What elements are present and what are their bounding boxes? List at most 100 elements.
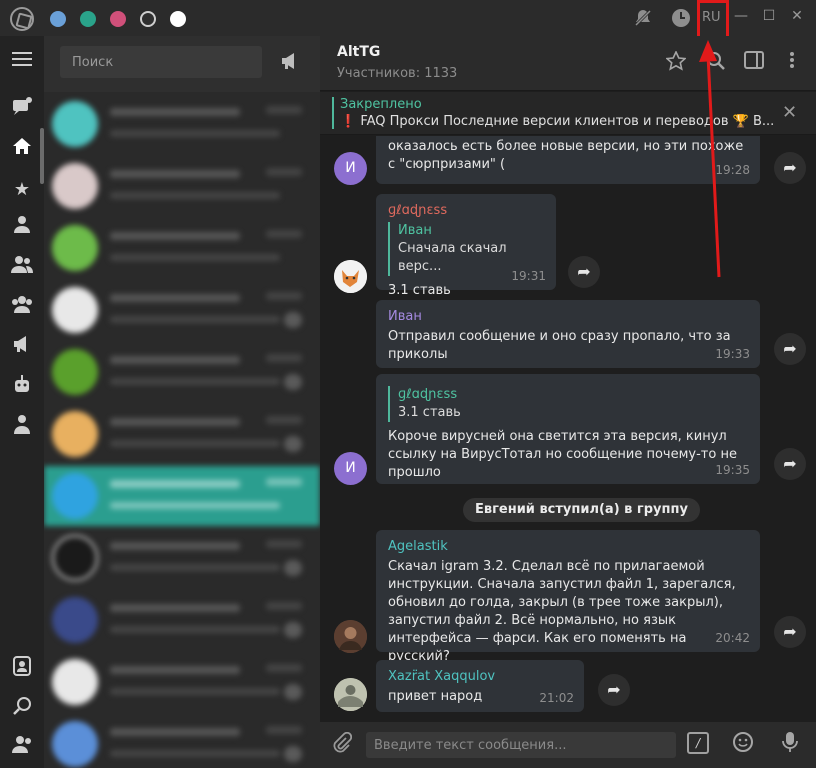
search-input[interactable] bbox=[60, 46, 262, 78]
forward-icon[interactable]: ➦ bbox=[774, 616, 806, 648]
bot-command-icon[interactable]: / bbox=[687, 732, 709, 754]
chat-list-item[interactable] bbox=[44, 714, 320, 768]
star-outline-icon[interactable] bbox=[665, 50, 687, 73]
megaphone-icon[interactable] bbox=[278, 52, 302, 72]
member-count: Участников: 1133 bbox=[337, 66, 458, 81]
chat-list bbox=[44, 36, 320, 768]
title-bar: RU — ☐ ✕ bbox=[0, 0, 816, 40]
message-time: 20:42 bbox=[715, 631, 750, 645]
message-time: 19:31 bbox=[511, 269, 546, 283]
theme-dot-blue[interactable] bbox=[50, 11, 66, 27]
avatar[interactable]: И bbox=[334, 452, 367, 485]
avatar[interactable] bbox=[334, 620, 367, 653]
avatar bbox=[52, 597, 98, 643]
message-bubble[interactable]: Xazr̈at Xaqqulov привет народ 21:02 bbox=[376, 660, 584, 712]
home-icon[interactable] bbox=[8, 136, 36, 164]
sender-name[interactable]: Xazr̈at Xaqqulov bbox=[388, 668, 572, 686]
avatar bbox=[52, 101, 98, 147]
contacts-icon[interactable] bbox=[8, 656, 36, 684]
avatar bbox=[52, 411, 98, 457]
sender-name[interactable]: Agelastik bbox=[388, 538, 748, 556]
close-pinned-icon[interactable]: ✕ bbox=[782, 102, 797, 123]
unread-chats-icon[interactable] bbox=[8, 96, 36, 124]
forward-icon[interactable]: ➦ bbox=[774, 333, 806, 365]
avatar bbox=[52, 659, 98, 705]
minimize-button[interactable]: — bbox=[730, 5, 752, 27]
message-input[interactable] bbox=[366, 732, 676, 758]
chat-list-item[interactable] bbox=[44, 528, 320, 588]
chat-list-item[interactable] bbox=[44, 590, 320, 650]
theme-dot-green[interactable] bbox=[80, 11, 96, 27]
avatar bbox=[52, 287, 98, 333]
avatar bbox=[52, 163, 98, 209]
avatar[interactable] bbox=[334, 678, 367, 711]
app-logo-icon[interactable] bbox=[10, 7, 34, 31]
clock-icon[interactable] bbox=[670, 8, 692, 30]
search-history-icon[interactable] bbox=[8, 696, 36, 724]
theme-dot-pink[interactable] bbox=[110, 11, 126, 27]
avatar[interactable]: И bbox=[334, 152, 367, 185]
avatar bbox=[52, 473, 98, 519]
paperclip-icon[interactable] bbox=[332, 731, 353, 759]
chat-list-item[interactable] bbox=[44, 280, 320, 340]
search-area bbox=[44, 36, 320, 92]
chat-list-item[interactable] bbox=[44, 404, 320, 464]
message-bubble[interactable]: Иван Отправил сообщение и оно сразу проп… bbox=[376, 300, 760, 368]
emoji-icon[interactable] bbox=[732, 731, 754, 758]
message-bubble[interactable]: ɡℓɑɖɲɛss Иван Сначала скачал верс... 3.1… bbox=[376, 194, 556, 298]
reply-name: ɡℓɑɖɲɛss bbox=[398, 387, 458, 402]
message-time: 19:35 bbox=[715, 463, 750, 477]
theme-dot-white[interactable] bbox=[170, 11, 186, 27]
message-text: Скачал igram 3.2. Сделал всё по прилагае… bbox=[388, 559, 736, 664]
maximize-button[interactable]: ☐ bbox=[758, 5, 780, 27]
chat-header[interactable]: AltTG Участников: 1133 bbox=[320, 36, 816, 91]
reply-name: Иван bbox=[398, 223, 432, 238]
avatar bbox=[52, 721, 98, 767]
more-menu-icon[interactable] bbox=[781, 51, 803, 73]
search-icon[interactable] bbox=[705, 51, 727, 73]
microphone-icon[interactable] bbox=[782, 731, 798, 758]
left-nav: ★ bbox=[0, 36, 44, 768]
favorites-star-icon[interactable]: ★ bbox=[8, 176, 36, 204]
message-bubble[interactable]: ɡℓɑɖɲɛss 3.1 ставь Короче вирусней она с… bbox=[376, 374, 760, 484]
chat-list-item-selected[interactable] bbox=[44, 466, 320, 526]
people-nearby-icon[interactable] bbox=[8, 734, 36, 762]
sidebar-toggle-icon[interactable] bbox=[743, 51, 765, 73]
supergroups-icon[interactable] bbox=[8, 294, 36, 322]
chat-title: AltTG bbox=[337, 44, 381, 60]
forward-icon[interactable]: ➦ bbox=[598, 674, 630, 706]
channels-icon[interactable] bbox=[8, 334, 36, 362]
telegram-window: RU — ☐ ✕ ★ Поиск AltTG Участников: 1133 … bbox=[0, 0, 816, 768]
admin-icon[interactable] bbox=[8, 414, 36, 442]
message-time: 19:28 bbox=[715, 163, 750, 177]
close-button[interactable]: ✕ bbox=[786, 5, 808, 27]
message-list: оказалось есть более новые версии, но эт… bbox=[320, 136, 816, 722]
pinned-message[interactable]: Закреплено ❗ FAQ Прокси Последние версии… bbox=[320, 92, 816, 135]
chat-list-item[interactable] bbox=[44, 652, 320, 712]
reply-quote[interactable]: ɡℓɑɖɲɛss 3.1 ставь bbox=[388, 386, 748, 422]
user-icon[interactable] bbox=[8, 214, 36, 242]
forward-icon[interactable]: ➦ bbox=[568, 256, 600, 288]
message-time: 19:33 bbox=[715, 347, 750, 361]
avatar bbox=[52, 225, 98, 271]
message-bubble[interactable]: Agelastik Скачал igram 3.2. Сделал всё п… bbox=[376, 530, 760, 664]
message-bubble[interactable]: оказалось есть более новые версии, но эт… bbox=[376, 136, 760, 184]
sender-name[interactable]: ɡℓɑɖɲɛss bbox=[388, 202, 544, 220]
bots-icon[interactable] bbox=[8, 374, 36, 402]
groups-icon[interactable] bbox=[8, 254, 36, 282]
message-time: 21:02 bbox=[539, 691, 574, 705]
chat-list-item[interactable] bbox=[44, 156, 320, 216]
notifications-off-icon[interactable] bbox=[632, 8, 654, 30]
theme-dot-dark[interactable] bbox=[140, 11, 156, 27]
pinned-text: ❗ FAQ Прокси Последние версии клиентов и… bbox=[340, 114, 775, 129]
chat-list-item[interactable] bbox=[44, 94, 320, 154]
message-text: оказалось есть более новые версии, но эт… bbox=[388, 139, 744, 172]
avatar[interactable] bbox=[334, 260, 367, 293]
message-text: Отправил сообщение и оно сразу пропало, … bbox=[388, 329, 731, 362]
sender-name[interactable]: Иван bbox=[388, 308, 748, 326]
forward-icon[interactable]: ➦ bbox=[774, 152, 806, 184]
chat-list-item[interactable] bbox=[44, 342, 320, 402]
menu-icon[interactable] bbox=[8, 48, 36, 76]
forward-icon[interactable]: ➦ bbox=[774, 448, 806, 480]
chat-list-item[interactable] bbox=[44, 218, 320, 278]
